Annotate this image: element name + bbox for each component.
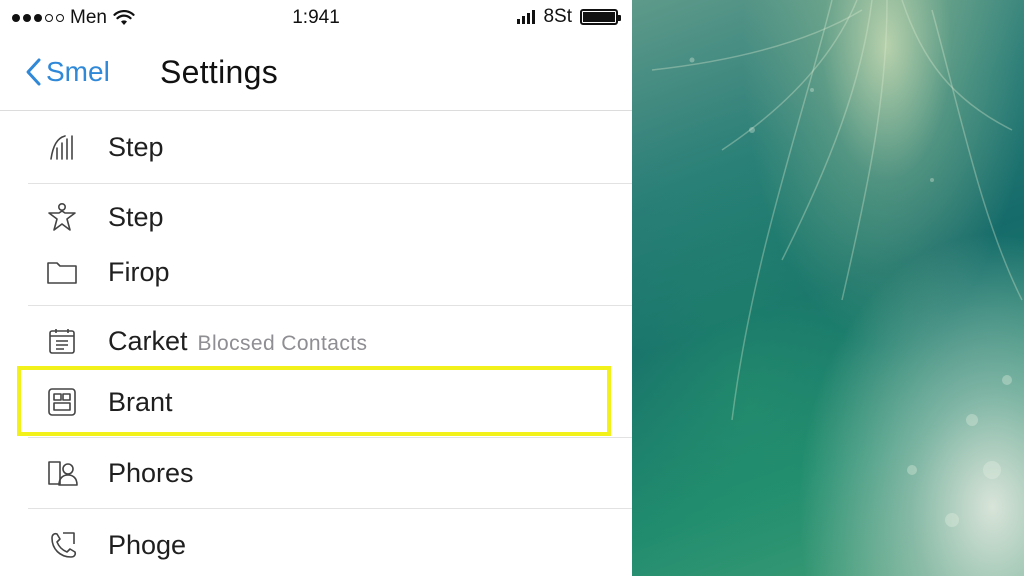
battery-icon	[580, 9, 621, 25]
row-label: Firop	[108, 256, 170, 287]
star-person-icon	[46, 201, 78, 233]
divider	[28, 508, 632, 509]
wallpaper-streaks	[651, 0, 1023, 527]
chart-bars-icon	[46, 131, 78, 163]
settings-row-firop[interactable]: Firop	[0, 240, 632, 304]
row-label: Step	[108, 131, 164, 162]
settings-panel: Men 1:941 8St Smel Settings Step Step Fi…	[0, 0, 632, 576]
chevron-left-icon	[26, 58, 41, 86]
back-label: Smel	[46, 56, 110, 87]
wallpaper-image	[632, 0, 1024, 576]
status-bar: Men 1:941 8St	[0, 0, 632, 36]
row-label: Phores	[108, 457, 194, 488]
row-label: Phoge	[108, 529, 187, 560]
folder-icon	[46, 256, 78, 288]
row-sublabel: Blocsed Contacts	[197, 331, 368, 355]
row-label: Carket Blocsed Contacts	[108, 326, 367, 357]
row-title: Carket	[108, 325, 188, 356]
calendar-list-icon	[46, 325, 78, 357]
cell-signal-icon	[517, 10, 536, 24]
settings-row-phores[interactable]: Phores	[0, 438, 632, 508]
page-title: Settings	[160, 54, 279, 90]
phone-handset-icon	[46, 529, 78, 561]
row-label: Step	[108, 201, 164, 232]
settings-row-step[interactable]: Step	[0, 112, 632, 182]
contacts-icon	[46, 457, 78, 489]
back-button[interactable]: Smel	[24, 56, 110, 88]
status-right: 8St	[517, 6, 621, 28]
highlight-box	[17, 366, 611, 436]
network-label: 8St	[543, 6, 572, 27]
navigation-bar: Smel Settings	[0, 36, 632, 111]
settings-row-phoge[interactable]: Phoge	[0, 510, 632, 576]
